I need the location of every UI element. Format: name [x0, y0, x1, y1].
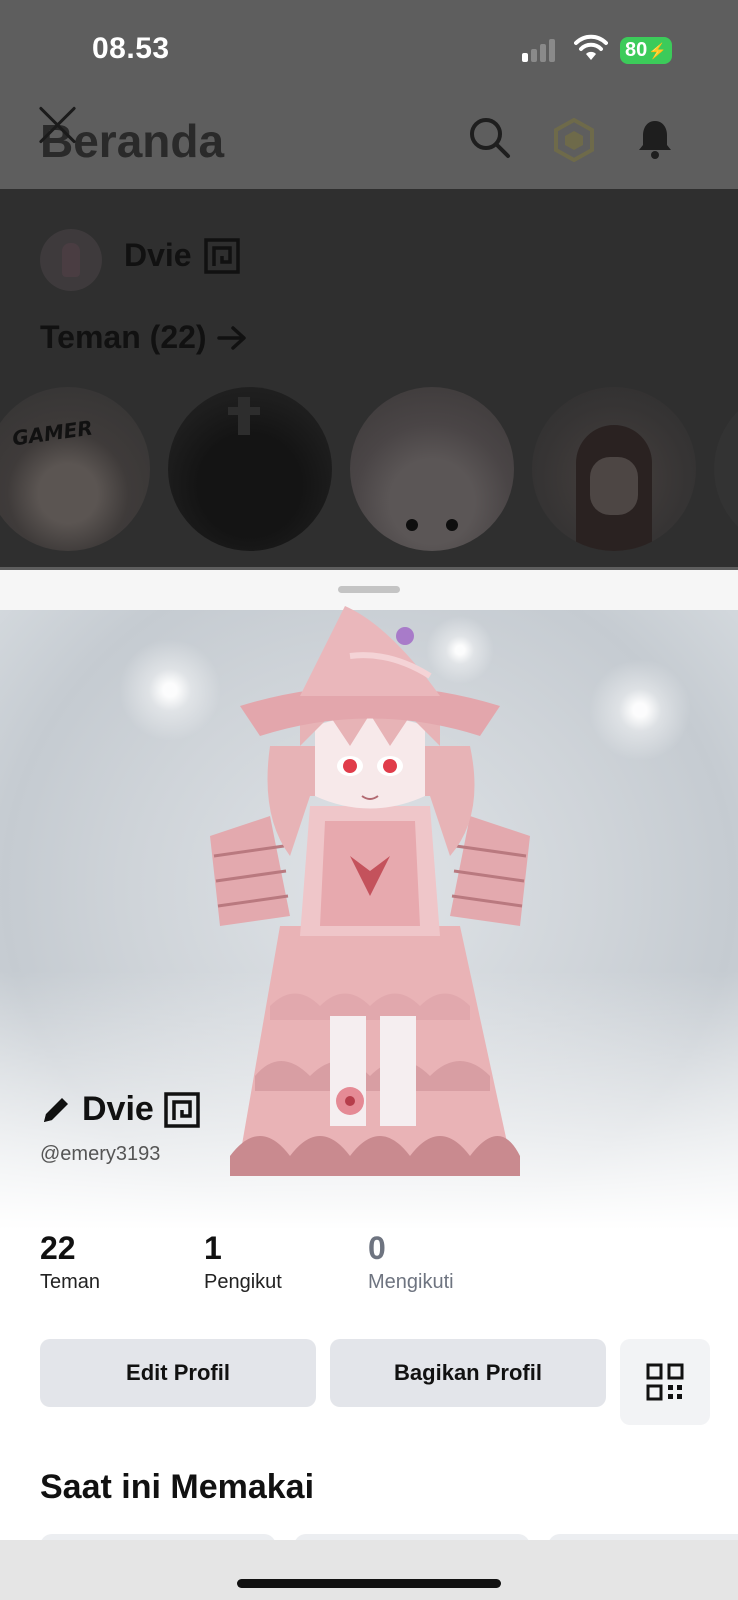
currently-wearing-heading: Saat ini Memakai	[40, 1468, 315, 1506]
stat-label: Mengikuti	[368, 1271, 454, 1293]
friend-avatar[interactable]: GAMER	[0, 387, 150, 551]
friend-avatar[interactable]	[532, 387, 696, 551]
home-indicator-area	[0, 1540, 738, 1600]
friends-heading[interactable]: Teman (22)	[40, 319, 247, 356]
app-header: Beranda	[0, 100, 738, 189]
share-profile-button[interactable]: Bagikan Profil	[330, 1339, 606, 1407]
friend-avatar[interactable]	[168, 387, 332, 551]
arrow-right-icon	[216, 325, 246, 350]
signal-icon	[522, 38, 555, 62]
battery-level: 80	[625, 39, 648, 61]
stat-value: 0	[368, 1230, 386, 1266]
close-icon[interactable]	[36, 102, 80, 146]
qr-code-button[interactable]	[620, 1339, 710, 1425]
friends-list: GAMER	[0, 387, 738, 551]
premium-icon	[164, 1091, 200, 1128]
stat-followers[interactable]: 1 Pengikut	[204, 1230, 368, 1294]
display-name-row[interactable]: Dvie	[40, 1090, 200, 1129]
bell-icon[interactable]	[636, 118, 674, 160]
friends-heading-text: Teman (22)	[40, 319, 207, 355]
home-indicator[interactable]	[237, 1579, 501, 1588]
qr-code-icon	[646, 1363, 684, 1401]
username: @emery3193	[40, 1143, 161, 1165]
stat-value: 22	[40, 1230, 76, 1266]
sparkle-decoration	[580, 650, 700, 770]
stat-value: 1	[204, 1230, 222, 1266]
profile-sheet: Dvie @emery3193 22 Teman 1 Pengikut 0 Me…	[0, 570, 738, 1600]
profile-identity: Dvie @emery3193	[40, 1090, 200, 1166]
avatar-3d-render	[210, 606, 530, 1176]
battery-indicator: 80 ⚡	[620, 37, 672, 64]
stat-label: Pengikut	[204, 1271, 282, 1293]
charging-icon: ⚡	[648, 42, 667, 60]
stat-label: Teman	[40, 1271, 101, 1293]
premium-icon	[203, 237, 240, 274]
robux-icon[interactable]	[553, 118, 595, 162]
search-icon[interactable]	[468, 116, 512, 160]
home-content: Dvie Teman (22) GAMER	[0, 189, 738, 567]
stat-friends[interactable]: 22 Teman	[40, 1230, 204, 1294]
stat-following[interactable]: 0 Mengikuti	[368, 1230, 532, 1294]
wifi-icon	[574, 34, 608, 60]
pencil-icon[interactable]	[40, 1094, 72, 1126]
home-page-dimmed: 08.53 80 ⚡ Beranda Dvie Teman (22) GAMER	[0, 0, 738, 570]
display-name: Dvie	[82, 1090, 154, 1128]
friend-avatar-tag: GAMER	[10, 415, 95, 451]
status-time: 08.53	[92, 32, 170, 65]
home-user-name-text: Dvie	[124, 237, 192, 273]
status-bar: 08.53 80 ⚡	[0, 0, 738, 100]
friend-avatar[interactable]	[714, 387, 738, 551]
profile-actions: Edit Profil Bagikan Profil	[40, 1339, 606, 1407]
home-user-name[interactable]: Dvie	[124, 237, 240, 274]
profile-stats: 22 Teman 1 Pengikut 0 Mengikuti	[40, 1230, 532, 1294]
friend-avatar[interactable]	[350, 387, 514, 551]
avatar[interactable]	[40, 229, 102, 291]
edit-profile-button[interactable]: Edit Profil	[40, 1339, 316, 1407]
sheet-grabber[interactable]	[338, 586, 400, 593]
